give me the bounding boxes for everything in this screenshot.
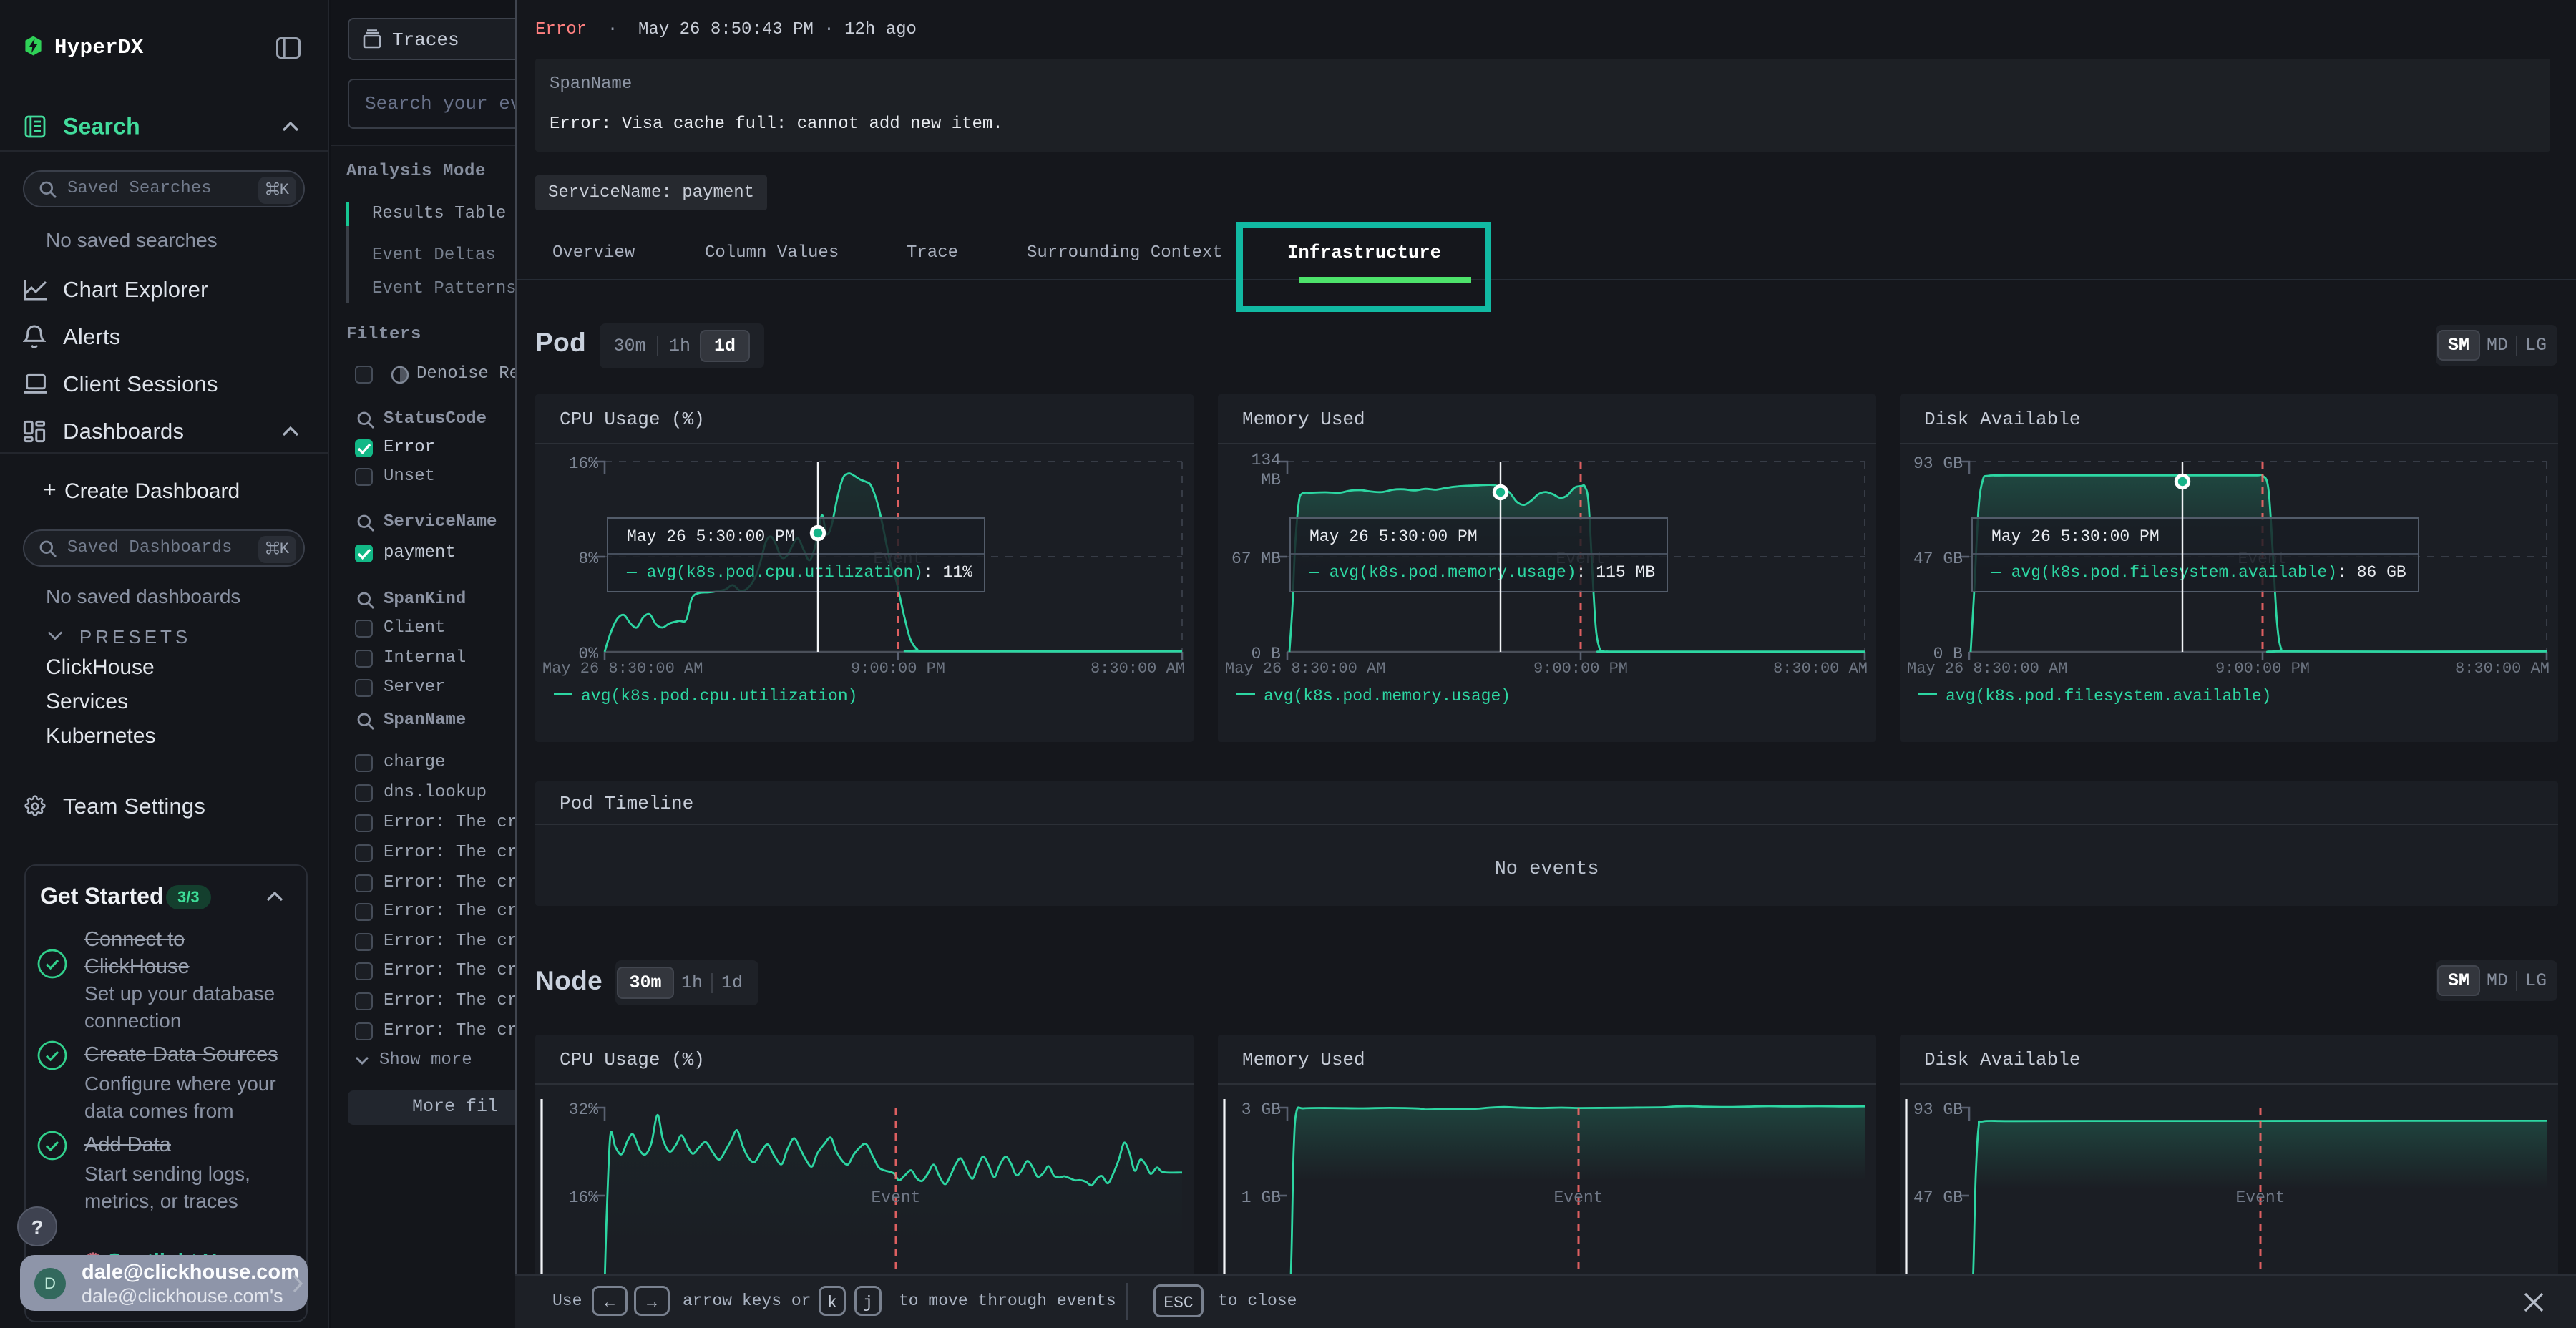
svg-text:32%: 32% — [569, 1100, 599, 1119]
svg-text:67 MB: 67 MB — [1231, 550, 1281, 568]
svg-text:MB: MB — [1261, 471, 1281, 489]
svg-text:May 26 8:30:00 AM: May 26 8:30:00 AM — [542, 660, 703, 678]
svg-text:3 GB: 3 GB — [1241, 1100, 1281, 1119]
svg-text:8:30:00 AM: 8:30:00 AM — [1773, 660, 1868, 678]
svg-text:47 GB: 47 GB — [1913, 1188, 1963, 1207]
svg-text:16%: 16% — [569, 454, 599, 473]
svg-text:May 26 8:30:00 AM: May 26 8:30:00 AM — [1225, 660, 1385, 678]
svg-text:93 GB: 93 GB — [1913, 1100, 1963, 1119]
svg-text:9:00:00 PM: 9:00:00 PM — [851, 660, 945, 678]
svg-text:avg(k8s.pod.memory.usage): avg(k8s.pod.memory.usage) — [1264, 687, 1511, 706]
svg-text:47 GB: 47 GB — [1913, 550, 1963, 568]
svg-text:93 GB: 93 GB — [1913, 454, 1963, 473]
svg-text:Event: Event — [2235, 1188, 2285, 1207]
svg-text:9:00:00 PM: 9:00:00 PM — [1533, 660, 1628, 678]
svg-text:8:30:00 AM: 8:30:00 AM — [2455, 660, 2550, 678]
svg-text:avg(k8s.pod.cpu.utilization): avg(k8s.pod.cpu.utilization) — [581, 687, 857, 706]
svg-text:134: 134 — [1252, 451, 1281, 469]
svg-text:Event: Event — [871, 1188, 920, 1207]
svg-text:8%: 8% — [578, 550, 598, 568]
svg-text:May 26 8:30:00 AM: May 26 8:30:00 AM — [1907, 660, 2067, 678]
svg-text:avg(k8s.pod.filesystem.availab: avg(k8s.pod.filesystem.available) — [1946, 687, 2271, 706]
svg-text:9:00:00 PM: 9:00:00 PM — [2215, 660, 2310, 678]
svg-text:1 GB: 1 GB — [1241, 1188, 1281, 1207]
svg-text:8:30:00 AM: 8:30:00 AM — [1091, 660, 1185, 678]
svg-text:Event: Event — [1553, 1188, 1603, 1207]
svg-text:16%: 16% — [569, 1188, 599, 1207]
